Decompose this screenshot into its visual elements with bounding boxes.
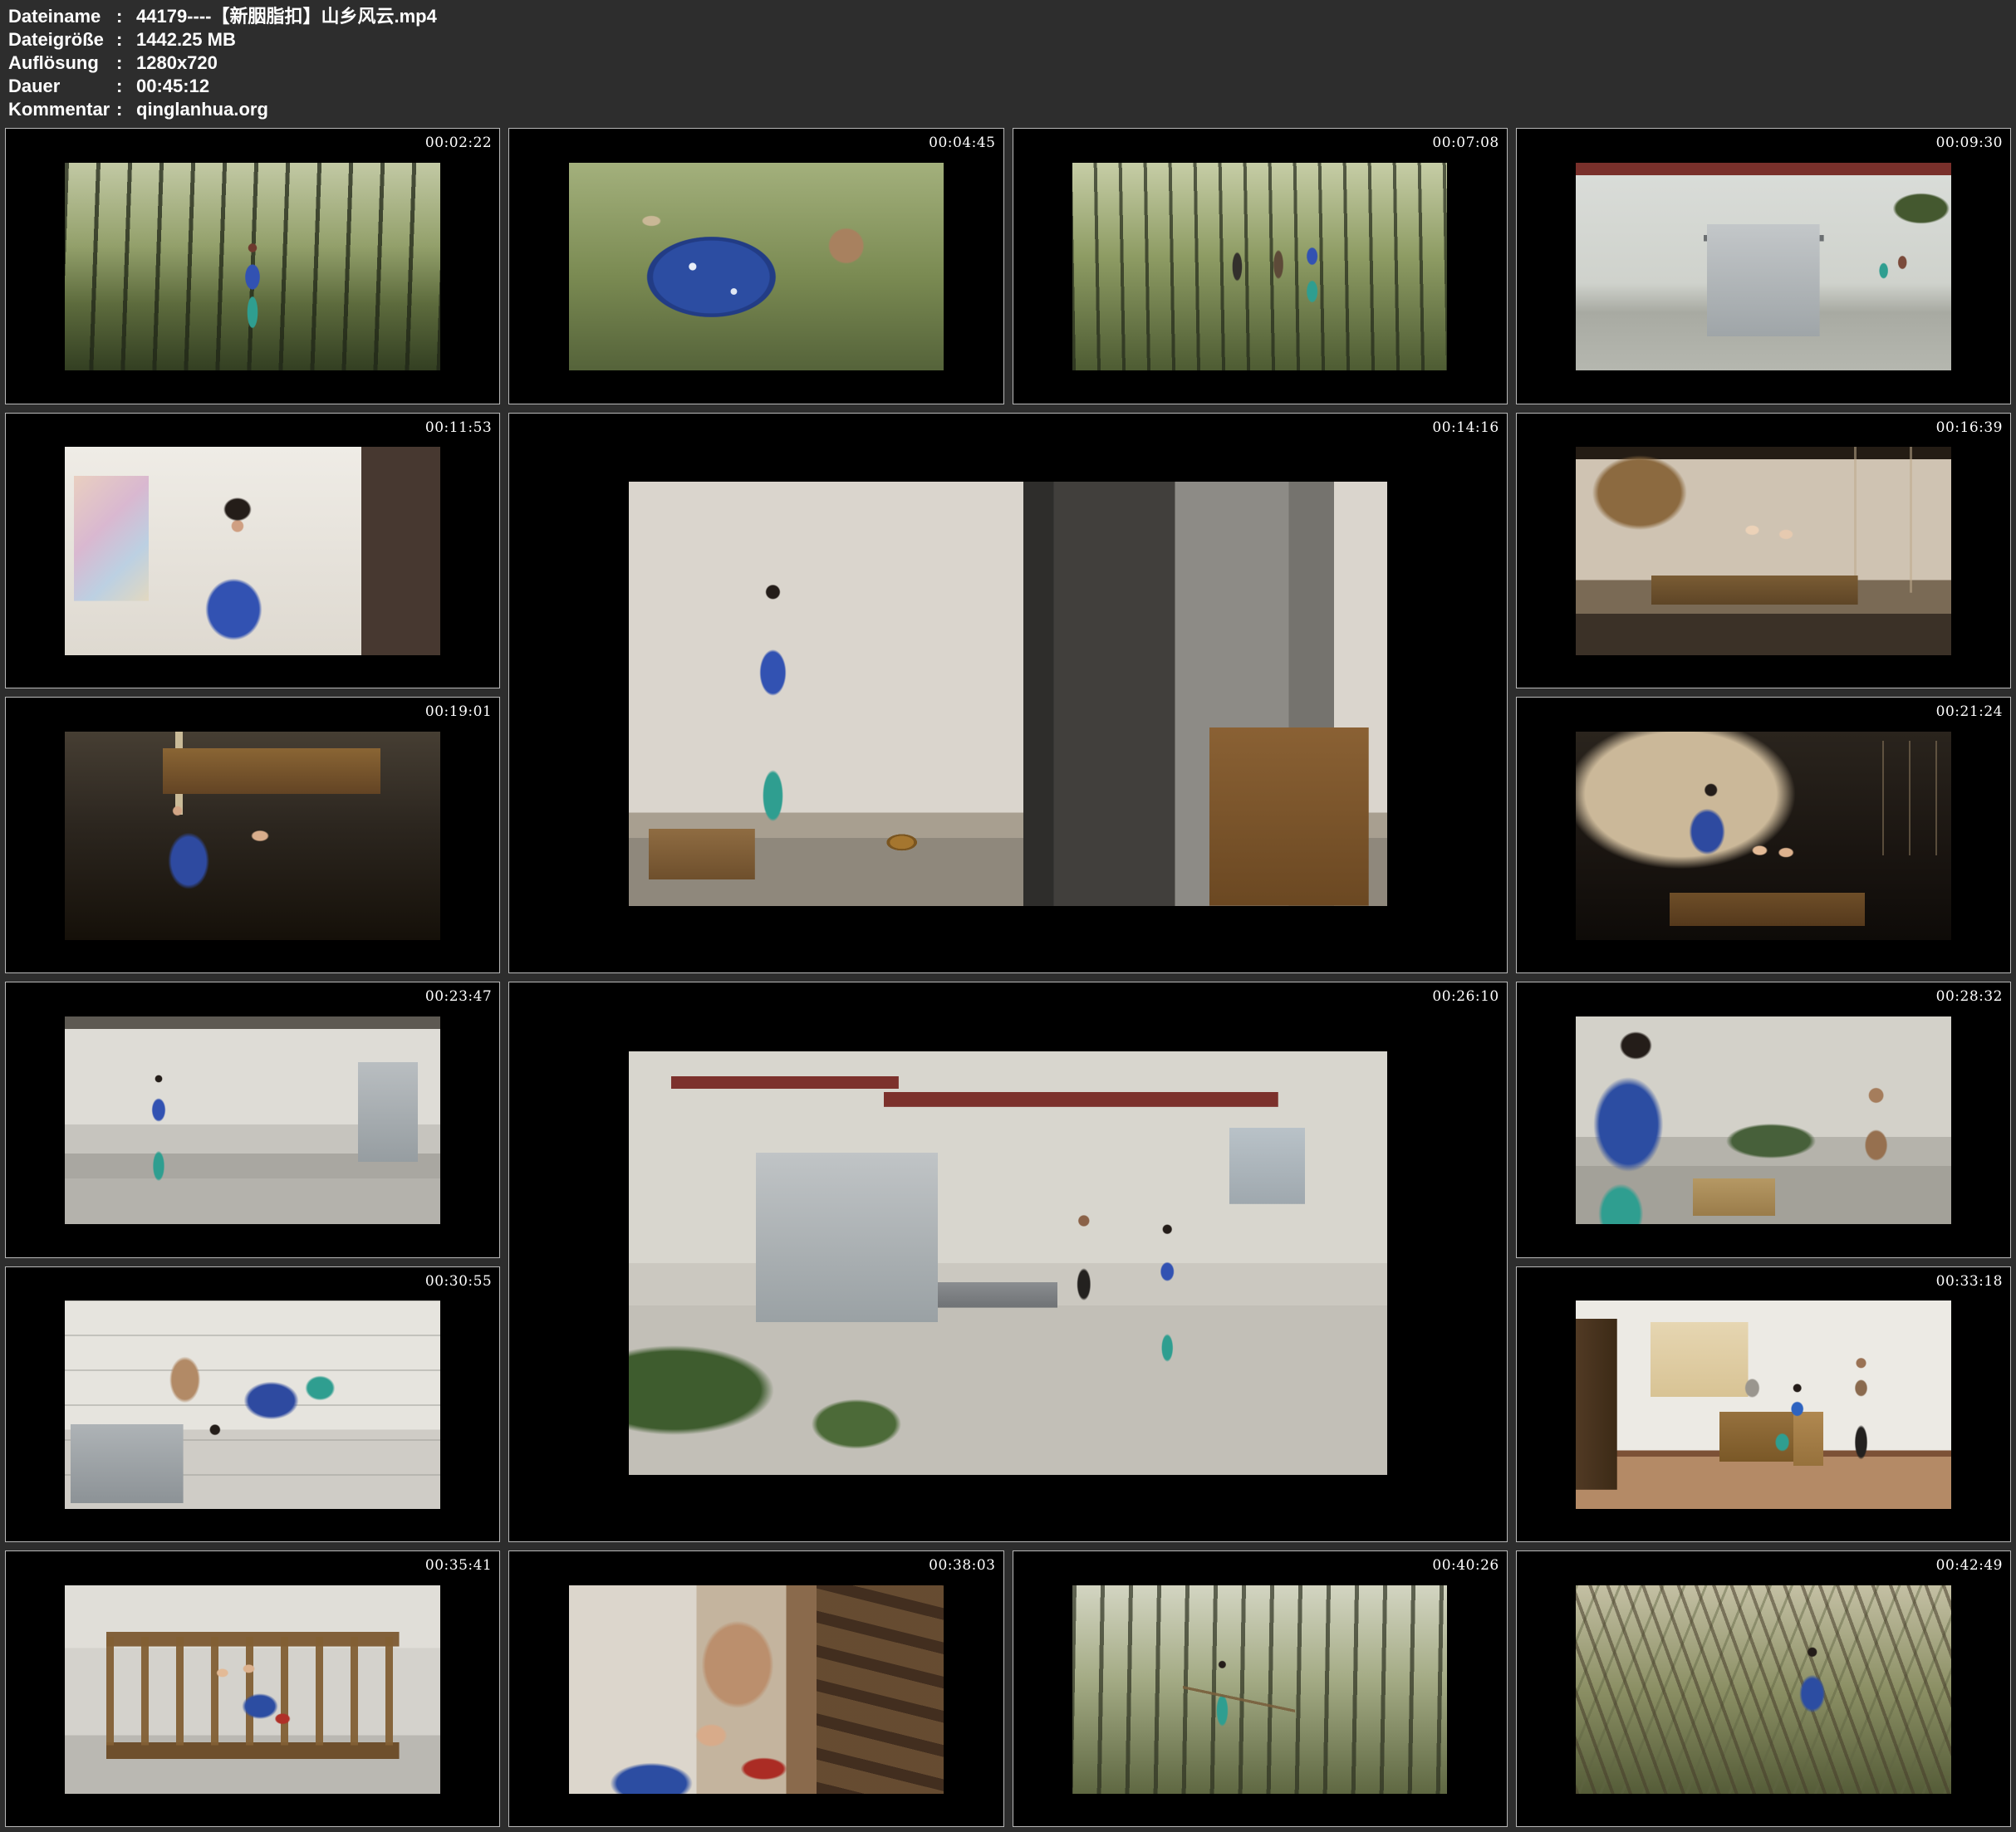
thumbnail-cell[interactable]: 00:40:26 — [1013, 1550, 1508, 1827]
thumbnail-image — [569, 1585, 944, 1794]
thumbnail-image — [1576, 163, 1951, 371]
duration-label: Dauer — [8, 75, 116, 98]
thumbnail-cell[interactable]: 00:11:53 — [5, 413, 500, 689]
thumbnail-image — [1072, 163, 1448, 371]
timestamp-label: 00:30:55 — [425, 1273, 492, 1290]
thumbnail-cell[interactable]: 00:23:47 — [5, 982, 500, 1258]
timestamp-label: 00:16:39 — [1936, 419, 2003, 436]
file-size-label: Dateigröße — [8, 28, 116, 51]
duration-row: Dauer:00:45:12 — [8, 75, 437, 98]
thumbnail-image — [1576, 1301, 1951, 1509]
thumbnail-cell[interactable]: 00:38:03 — [508, 1550, 1003, 1827]
thumbnail-cell[interactable]: 00:09:30 — [1516, 128, 2011, 404]
thumbnail-cell[interactable]: 00:28:32 — [1516, 982, 2011, 1258]
timestamp-label: 00:02:22 — [425, 135, 492, 151]
thumbnail-image — [1576, 732, 1951, 940]
timestamp-label: 00:28:32 — [1936, 988, 2003, 1005]
timestamp-label: 00:38:03 — [929, 1557, 995, 1574]
file-info-header: Dateiname:44179----【新胭脂扣】山乡风云.mp4 Dateig… — [8, 5, 437, 121]
file-size-row: Dateigröße:1442.25 MB — [8, 28, 437, 51]
timestamp-label: 00:14:16 — [1432, 419, 1499, 436]
thumbnail-image — [65, 447, 440, 655]
thumbnail-cell[interactable]: 00:02:22 — [5, 128, 500, 404]
thumbnail-cell[interactable]: 00:42:49 — [1516, 1550, 2011, 1827]
timestamp-label: 00:42:49 — [1936, 1557, 2003, 1574]
thumbnail-cell[interactable]: 00:35:41 — [5, 1550, 500, 1827]
thumbnail-cell[interactable]: 00:30:55 — [5, 1266, 500, 1543]
thumbnail-image — [1576, 1585, 1951, 1794]
thumbnail-image — [65, 1016, 440, 1225]
thumbnail-cell[interactable]: 00:04:45 — [508, 128, 1003, 404]
resolution-row: Auflösung:1280x720 — [8, 51, 437, 75]
comment-row: Kommentar:qinglanhua.org — [8, 98, 437, 121]
thumbnail-image — [629, 1051, 1386, 1475]
thumbnail-cell[interactable]: 00:19:01 — [5, 697, 500, 973]
timestamp-label: 00:26:10 — [1432, 988, 1499, 1005]
thumbnail-image — [1576, 447, 1951, 655]
thumbnail-image — [569, 163, 944, 371]
timestamp-label: 00:21:24 — [1936, 703, 2003, 720]
file-size-value: 1442.25 MB — [136, 28, 236, 51]
timestamp-label: 00:11:53 — [425, 419, 492, 436]
timestamp-label: 00:07:08 — [1432, 135, 1499, 151]
timestamp-label: 00:40:26 — [1432, 1557, 1499, 1574]
duration-value: 00:45:12 — [136, 75, 209, 98]
timestamp-label: 00:23:47 — [425, 988, 492, 1005]
separator: : — [116, 51, 136, 75]
thumbnail-image — [1072, 1585, 1448, 1794]
thumbnail-grid: 00:02:22 00:04:45 00:07:08 00:09:30 00:11:53… — [5, 128, 2011, 1827]
thumbnail-image — [65, 163, 440, 371]
comment-value: qinglanhua.org — [136, 98, 268, 121]
thumbnail-cell[interactable]: 00:21:24 — [1516, 697, 2011, 973]
thumbnail-image — [1576, 1016, 1951, 1225]
timestamp-label: 00:19:01 — [425, 703, 492, 720]
thumbnail-cell[interactable]: 00:14:16 — [508, 413, 1508, 973]
timestamp-label: 00:33:18 — [1936, 1273, 2003, 1290]
timestamp-label: 00:09:30 — [1936, 135, 2003, 151]
resolution-label: Auflösung — [8, 51, 116, 75]
thumbnail-cell[interactable]: 00:33:18 — [1516, 1266, 2011, 1543]
resolution-value: 1280x720 — [136, 51, 218, 75]
thumbnail-image — [629, 482, 1386, 905]
thumbnail-image — [65, 732, 440, 940]
thumbnail-cell[interactable]: 00:26:10 — [508, 982, 1508, 1542]
file-name-row: Dateiname:44179----【新胭脂扣】山乡风云.mp4 — [8, 5, 437, 28]
thumbnail-cell[interactable]: 00:07:08 — [1013, 128, 1508, 404]
thumbnail-image — [65, 1301, 440, 1509]
separator: : — [116, 5, 136, 28]
separator: : — [116, 28, 136, 51]
timestamp-label: 00:35:41 — [425, 1557, 492, 1574]
comment-label: Kommentar — [8, 98, 116, 121]
file-name-value: 44179----【新胭脂扣】山乡风云.mp4 — [136, 5, 437, 28]
separator: : — [116, 98, 136, 121]
timestamp-label: 00:04:45 — [929, 135, 995, 151]
thumbnail-cell[interactable]: 00:16:39 — [1516, 413, 2011, 689]
thumbnail-image — [65, 1585, 440, 1794]
separator: : — [116, 75, 136, 98]
file-name-label: Dateiname — [8, 5, 116, 28]
